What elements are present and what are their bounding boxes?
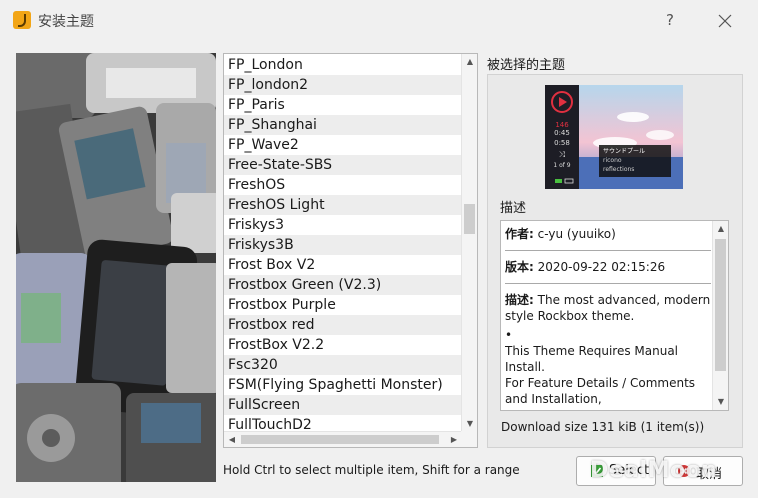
version-label: 版本:: [505, 260, 534, 274]
theme-list-item[interactable]: FreshOS Light: [224, 195, 462, 215]
theme-list-item[interactable]: Friskys3: [224, 215, 462, 235]
preview-album: reflections: [603, 166, 634, 173]
author-row: 作者: c-yu (yuuiko): [505, 223, 711, 245]
theme-list-vertical-scrollbar[interactable]: ▲ ▼: [461, 54, 477, 432]
description-line-1: This Theme Requires Manual Install.: [505, 344, 679, 374]
select-button-label: Select: [609, 463, 650, 478]
theme-list-horizontal-scrollbar[interactable]: ◀ ▶: [224, 431, 462, 447]
theme-list-item[interactable]: FSM(Flying Spaghetti Monster): [224, 375, 462, 395]
cancel-icon: [678, 465, 690, 477]
scroll-down-icon[interactable]: ▼: [713, 394, 729, 410]
theme-list-item[interactable]: FP_Wave2: [224, 135, 462, 155]
scroll-thumb[interactable]: [715, 239, 726, 371]
theme-list-item[interactable]: Frostbox Green (V2.3): [224, 275, 462, 295]
theme-list-items: FP_London FP_london2 FP_Paris FP_Shanghai FP…: [224, 55, 462, 433]
selection-hint: Hold Ctrl to select multiple item, Shift…: [223, 463, 520, 477]
theme-list-item[interactable]: FrostBox V2.2: [224, 335, 462, 355]
download-size-text: Download size 131 kiB (1 item(s)): [501, 420, 705, 434]
theme-list-item[interactable]: FreshOS: [224, 175, 462, 195]
theme-list-item[interactable]: Frostbox Purple: [224, 295, 462, 315]
preview-track-index: 1 of 9: [553, 162, 570, 169]
shuffle-icon: ⤨: [559, 150, 566, 159]
theme-preview-image: 146 0:45 0:58 ⤨ 1 of 9 サウンドプール ricono re…: [545, 85, 683, 189]
rockbox-devices-photo: [16, 53, 216, 482]
theme-list-item[interactable]: Frostbox red: [224, 315, 462, 335]
preview-counter-bottom: 0:58: [554, 139, 570, 147]
theme-list-item[interactable]: Fsc320: [224, 355, 462, 375]
scrollbar-corner: [461, 431, 477, 447]
version-value: 2020-09-22 02:15:26: [537, 260, 666, 274]
version-row: 版本: 2020-09-22 02:15:26: [505, 256, 711, 278]
description-field-label: 描述:: [505, 293, 534, 307]
cancel-button-label: 取消: [696, 467, 723, 482]
theme-list-item[interactable]: FP_Shanghai: [224, 115, 462, 135]
rockbox-logo-icon: [13, 11, 31, 29]
preview-time: 0:45: [554, 129, 570, 137]
scroll-up-icon[interactable]: ▲: [462, 54, 478, 70]
scroll-thumb[interactable]: [464, 204, 475, 234]
preview-track-title: サウンドプール: [603, 147, 645, 155]
theme-list-item[interactable]: FP_Paris: [224, 95, 462, 115]
description-box[interactable]: 作者: c-yu (yuuiko) 版本: 2020-09-22 02:15:2…: [500, 220, 729, 411]
theme-list-item[interactable]: Friskys3B: [224, 235, 462, 255]
title-bar: 安装主题 ?: [0, 0, 758, 42]
scroll-right-icon[interactable]: ▶: [446, 432, 462, 448]
close-button[interactable]: [712, 8, 738, 34]
preview-counter-top: 146: [555, 121, 569, 129]
cancel-button[interactable]: 取消: [663, 456, 743, 486]
description-content: 作者: c-yu (yuuiko) 版本: 2020-09-22 02:15:2…: [505, 223, 711, 409]
description-vertical-scrollbar[interactable]: ▲ ▼: [712, 221, 728, 410]
author-value: c-yu (yuuiko): [537, 227, 616, 241]
help-button[interactable]: ?: [658, 8, 682, 32]
check-icon: [591, 465, 603, 477]
theme-list[interactable]: FP_London FP_london2 FP_Paris FP_Shanghai FP…: [223, 53, 478, 448]
divider: [505, 250, 711, 251]
divider: [505, 283, 711, 284]
description-text: The most advanced, modern style Rockbox …: [505, 293, 711, 323]
theme-list-item[interactable]: FP_London: [224, 55, 462, 75]
author-label: 作者:: [505, 227, 534, 241]
selected-theme-label: 被选择的主题: [487, 58, 566, 73]
close-icon: [718, 14, 732, 28]
select-button[interactable]: Select: [576, 456, 656, 486]
description-row: 描述: The most advanced, modern style Rock…: [505, 289, 711, 327]
description-line-2: For Feature Details / Comments and Insta…: [505, 376, 696, 406]
scroll-down-icon[interactable]: ▼: [462, 416, 478, 432]
description-label: 描述: [500, 201, 527, 216]
scroll-up-icon[interactable]: ▲: [713, 221, 729, 237]
theme-list-item[interactable]: Frost Box V2: [224, 255, 462, 275]
theme-list-item[interactable]: Free-State-SBS: [224, 155, 462, 175]
theme-list-item[interactable]: FullScreen: [224, 395, 462, 415]
window-title: 安装主题: [38, 14, 94, 30]
description-bullet: •: [505, 328, 513, 342]
scroll-left-icon[interactable]: ◀: [224, 432, 240, 448]
hscroll-thumb[interactable]: [241, 435, 439, 444]
theme-list-item[interactable]: FP_london2: [224, 75, 462, 95]
preview-artist: ricono: [603, 157, 622, 164]
